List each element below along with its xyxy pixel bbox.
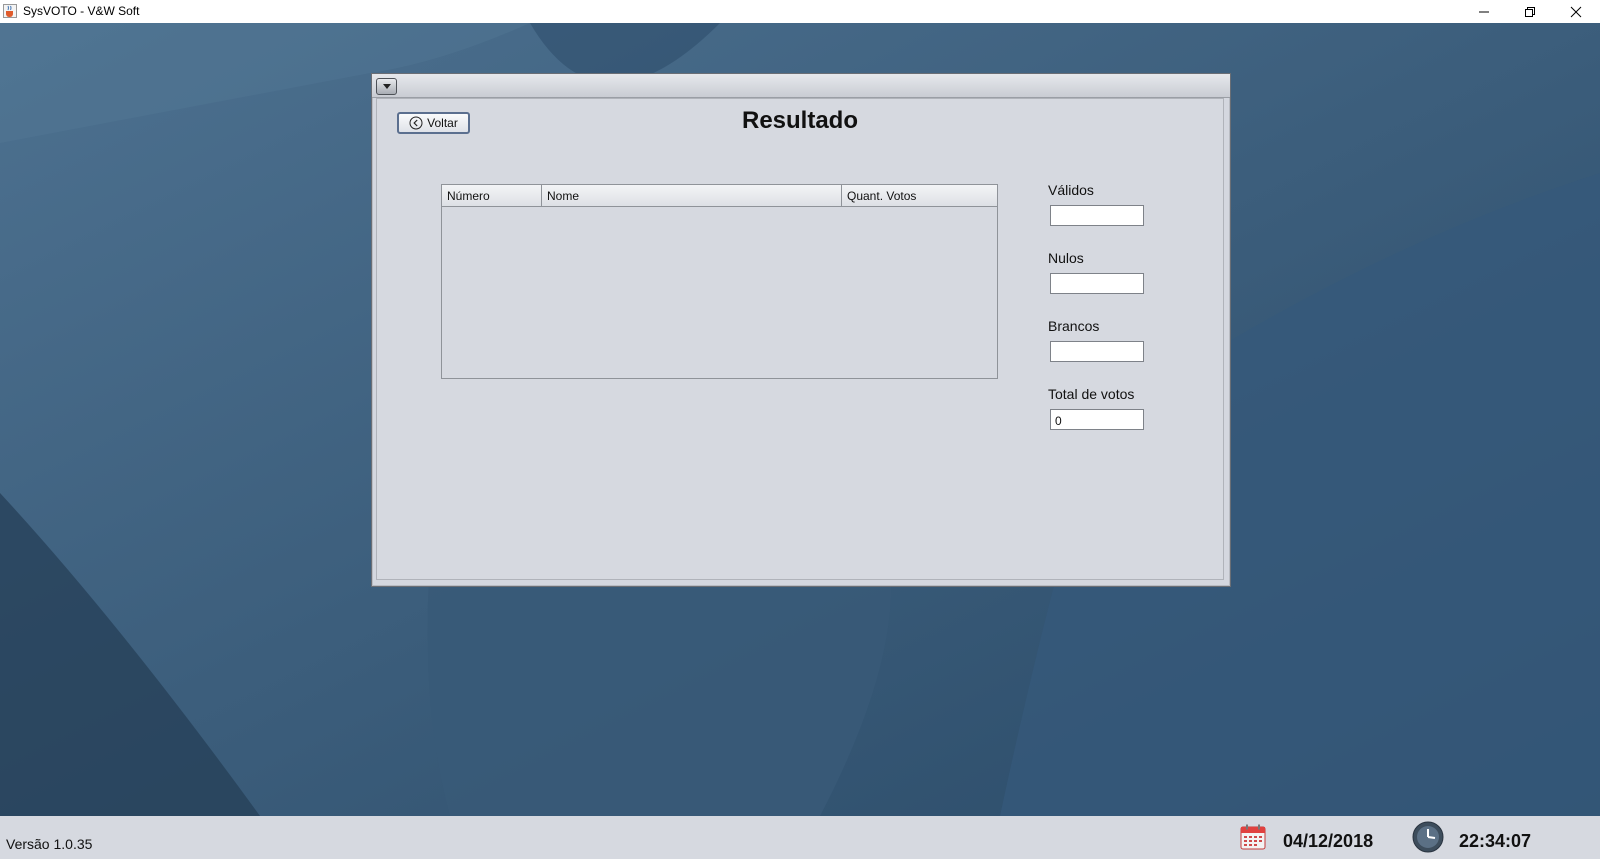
nulos-field[interactable] [1050, 273, 1144, 294]
column-header-quant-votos[interactable]: Quant. Votos [842, 185, 995, 206]
total-votos-field[interactable]: 0 [1050, 409, 1144, 430]
window-title: SysVOTO - V&W Soft [23, 4, 140, 18]
status-bar: Versão 1.0.35 04/12/2018 22:34:07 [0, 816, 1600, 859]
brancos-label: Brancos [1048, 318, 1100, 334]
internal-frame-content: Resultado Voltar Número Nome Quant. Voto… [376, 98, 1224, 580]
close-icon [1570, 6, 1581, 17]
back-button-label: Voltar [427, 116, 458, 130]
frame-menu-button[interactable] [376, 78, 397, 95]
version-label: Versão 1.0.35 [6, 836, 93, 852]
table-body[interactable] [442, 207, 997, 378]
chevron-left-circle-icon [409, 116, 423, 130]
minimize-icon [1478, 11, 1489, 12]
date-display: 04/12/2018 [1283, 831, 1374, 851]
restore-icon [1524, 6, 1535, 17]
window-titlebar: SysVOTO - V&W Soft [0, 0, 1600, 24]
dropdown-arrow-icon [382, 84, 391, 89]
minimize-button[interactable] [1461, 0, 1506, 23]
column-header-numero[interactable]: Número [442, 185, 542, 206]
total-votos-label: Total de votos [1048, 386, 1135, 402]
java-cup-icon [3, 4, 17, 18]
validos-label: Válidos [1048, 182, 1094, 198]
column-header-nome[interactable]: Nome [542, 185, 842, 206]
clock-icon [1412, 821, 1444, 853]
internal-frame-titlebar [372, 74, 1230, 98]
time-display: 22:34:07 [1459, 831, 1532, 851]
calendar-icon [1240, 824, 1266, 850]
close-button[interactable] [1553, 0, 1598, 23]
results-table[interactable]: Número Nome Quant. Votos [441, 184, 998, 379]
resultado-internal-frame: Resultado Voltar Número Nome Quant. Voto… [371, 73, 1231, 587]
nulos-label: Nulos [1048, 250, 1084, 266]
validos-field[interactable] [1050, 205, 1144, 226]
brancos-field[interactable] [1050, 341, 1144, 362]
desktop-pane: Resultado Voltar Número Nome Quant. Voto… [0, 23, 1600, 816]
restore-button[interactable] [1507, 0, 1552, 23]
page-title: Resultado [741, 107, 858, 134]
table-header: Número Nome Quant. Votos [442, 185, 997, 207]
back-button[interactable]: Voltar [397, 112, 470, 134]
